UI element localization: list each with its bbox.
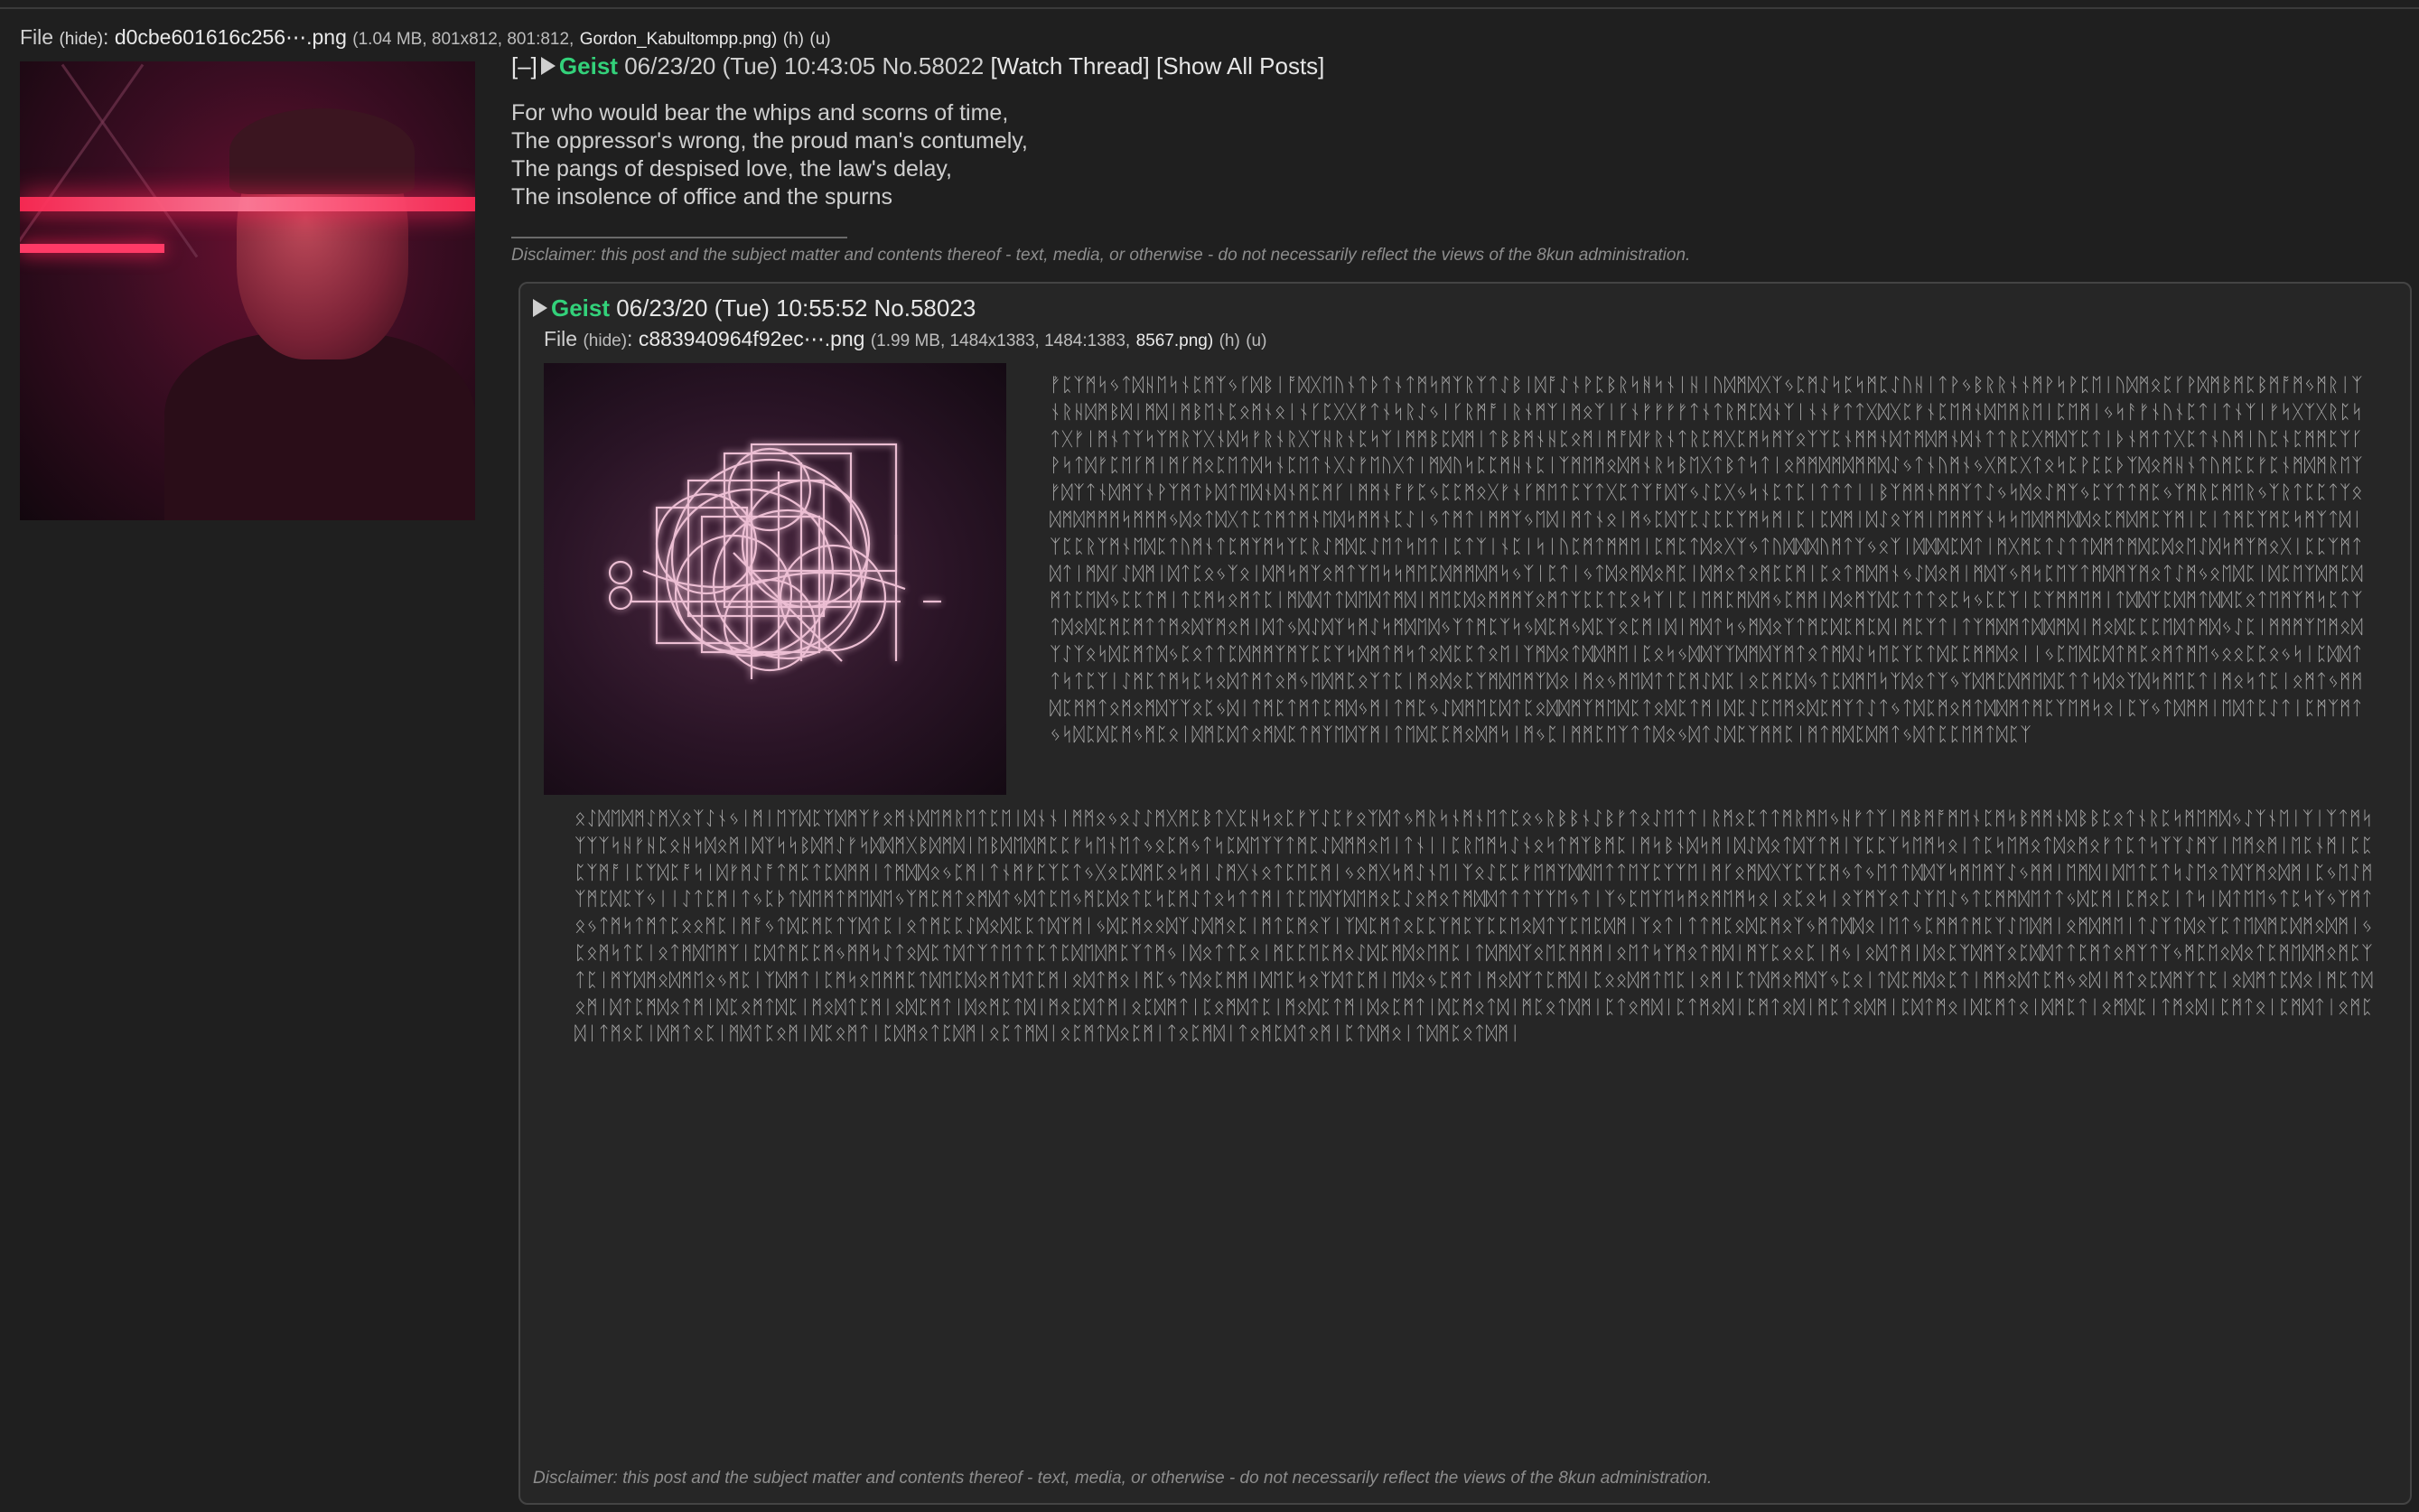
reply-disclaimer: Disclaimer: this post and the subject ma… xyxy=(533,1469,1713,1488)
post-line: The insolence of office and the spurns xyxy=(511,184,893,210)
menu-triangle-icon[interactable] xyxy=(540,57,556,76)
op-thumb-deco xyxy=(61,63,199,258)
top-border xyxy=(0,0,2419,9)
menu-triangle-icon[interactable] xyxy=(533,299,547,318)
watch-thread-link[interactable]: [Watch Thread] xyxy=(990,52,1149,79)
op-thumb-figure xyxy=(164,332,475,520)
op-file-link[interactable]: d0cbe601616c256⋯.png xyxy=(115,25,347,49)
file-colon: : xyxy=(627,327,633,350)
file-label: File xyxy=(544,327,578,350)
poster-name: Geist xyxy=(551,294,611,322)
op-file-meta: (1.04 MB, 801x812, 801:812, xyxy=(352,30,574,49)
file-colon: : xyxy=(103,25,109,49)
reply-post: Geist 06/23/20 (Tue) 10:55:52 No.58023 F… xyxy=(518,282,2412,1505)
reply-post-header: Geist 06/23/20 (Tue) 10:55:52 No.58023 xyxy=(529,294,976,322)
post-line: The oppressor's wrong, the proud man's c… xyxy=(511,128,1028,154)
reply-hash-link[interactable]: (h) xyxy=(1219,331,1240,350)
op-disclaimer: Disclaimer: this post and the subject ma… xyxy=(511,246,1691,265)
post-line: For who would bear the whips and scorns … xyxy=(511,100,1009,126)
post-line: The pangs of despised love, the law's de… xyxy=(511,156,952,182)
hide-file-link[interactable]: (hide) xyxy=(59,30,103,49)
op-thumb-hair xyxy=(229,108,415,194)
op-file-info: File (hide): d0cbe601616c256⋯.png (1.04 … xyxy=(20,25,831,50)
reply-file-meta: (1.99 MB, 1484x1383, 1484:1383, xyxy=(870,331,1131,350)
op-post-body: For who would bear the whips and scorns … xyxy=(511,99,1028,211)
op-thumb-neon xyxy=(20,244,164,253)
hide-file-link[interactable]: (hide) xyxy=(583,331,627,350)
post-datetime: 06/23/20 (Tue) 10:55:52 xyxy=(616,294,868,322)
op-thumb-neon xyxy=(20,197,475,211)
reply-image-thumbnail[interactable] xyxy=(544,363,1006,795)
collapse-button[interactable]: [–] xyxy=(511,52,537,79)
op-original-name[interactable]: Gordon_Kabultompp.png) xyxy=(580,30,778,49)
disclaimer-separator xyxy=(511,237,847,238)
show-all-posts-link[interactable]: [Show All Posts] xyxy=(1156,52,1324,79)
file-label: File xyxy=(20,25,54,49)
runic-text-bottom: ᛟᛇᛞᛖᛞᛗᛇᛗᚷᛟᛉᛇᚾᛃᛁᛗᛁᛖᛉᛞᛈᛉᛞᛗᛉᚠᛟᛗᚾᛞᛖᛗᚱᛖᛏᛈᛖᛁᛞᚾ… xyxy=(574,807,2374,1045)
reply-original-name[interactable]: 8567.png) xyxy=(1136,331,1214,350)
reply-unspoiler-link[interactable]: (u) xyxy=(1246,331,1266,350)
sigil-image xyxy=(608,443,941,679)
reply-file-link[interactable]: c883940964f92ec⋯.png xyxy=(639,327,865,350)
op-unspoiler-link[interactable]: (u) xyxy=(809,30,830,49)
op-post-header: [–] Geist 06/23/20 (Tue) 10:43:05 No.5802… xyxy=(511,52,1324,80)
reply-file-info: File (hide): c883940964f92ec⋯.png (1.99 … xyxy=(544,327,1266,351)
post-number-link[interactable]: No.58023 xyxy=(874,294,976,322)
runic-text-top: ᚡᛈᛉᛗᛋᛃᛏᛞᚺᛖᛋᚾᛈᛗᛉᛃᚴᛞᛒᛁᚩᛞᚷᛖᚢᚾᛏᚦᛏᚾᛏᛗᛋᛗᛉᚱᛉᛏᛇᛒ… xyxy=(1050,374,2364,746)
post-datetime: 06/23/20 (Tue) 10:43:05 xyxy=(624,52,876,79)
poster-name: Geist xyxy=(558,52,618,79)
op-image-thumbnail[interactable] xyxy=(20,61,475,520)
op-hash-link[interactable]: (h) xyxy=(783,30,804,49)
post-number-link[interactable]: No.58022 xyxy=(882,52,984,79)
